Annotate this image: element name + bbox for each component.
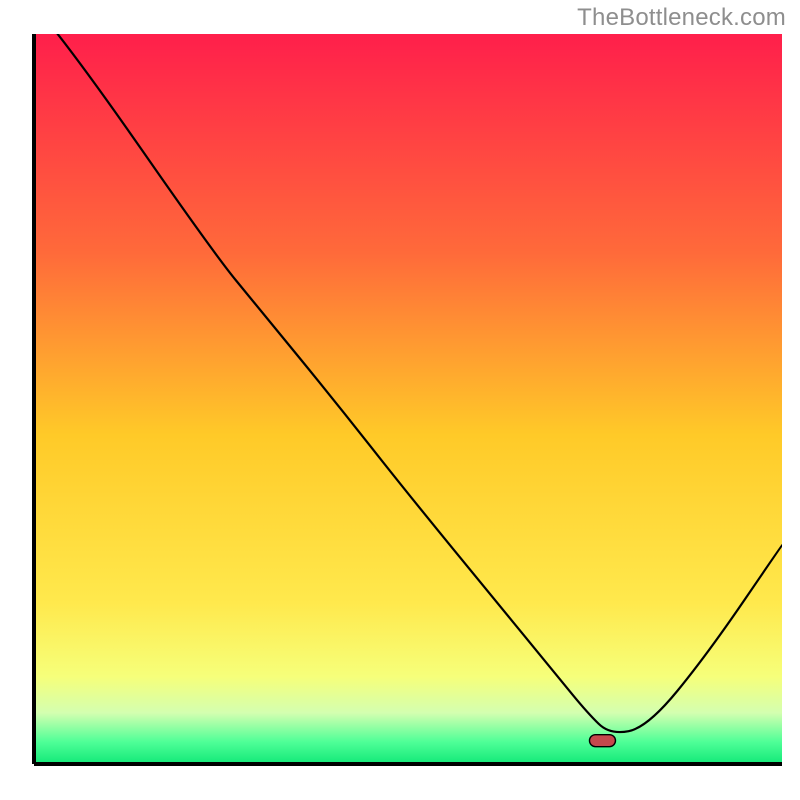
plot-background bbox=[34, 34, 782, 764]
watermark-label: TheBottleneck.com bbox=[577, 4, 786, 32]
optimal-point-marker bbox=[589, 735, 615, 747]
bottleneck-chart: TheBottleneck.com bbox=[0, 0, 800, 800]
chart-svg bbox=[0, 0, 800, 800]
